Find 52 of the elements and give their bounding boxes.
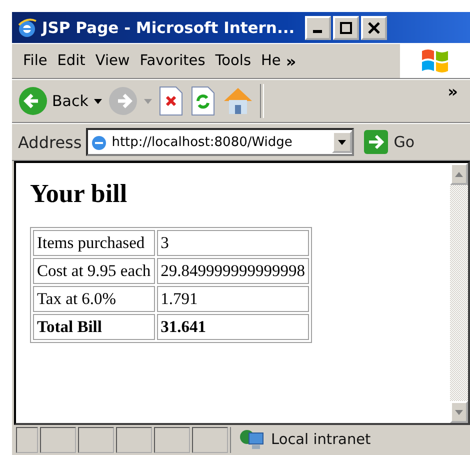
status-pane — [154, 427, 190, 453]
scroll-down-button[interactable] — [450, 401, 468, 423]
menu-item[interactable]: He — [256, 53, 286, 69]
dropdown-button[interactable] — [332, 131, 352, 153]
flag-logo-icon — [420, 47, 450, 75]
page-heading: Your bill — [30, 179, 128, 209]
scrollbar[interactable] — [450, 163, 468, 423]
minimize-icon — [313, 30, 322, 33]
scroll-up-button[interactable] — [450, 163, 468, 185]
network-icon — [239, 429, 265, 451]
go-button[interactable]: Go — [364, 130, 415, 154]
menu-item[interactable]: File — [18, 53, 52, 69]
close-icon — [368, 22, 380, 34]
status-pane — [192, 427, 228, 453]
browser-icon — [16, 16, 38, 38]
back-button[interactable]: Back — [18, 86, 88, 116]
address-label: Address — [18, 132, 82, 152]
dropdown-arrow-icon — [94, 98, 102, 104]
home-icon[interactable] — [222, 85, 254, 117]
status-pane — [40, 427, 76, 453]
menu-overflow[interactable]: » — [286, 52, 296, 70]
table-cell: Cost at 9.95 each — [33, 258, 155, 284]
menu-item[interactable]: Favorites — [134, 53, 210, 69]
caret-icon — [338, 140, 346, 144]
status-pane — [116, 427, 152, 453]
table-cell: Items purchased — [33, 230, 155, 256]
toolbar-overflow[interactable]: » — [448, 82, 458, 101]
menu-item[interactable]: Edit — [52, 53, 90, 69]
down-arrow-icon — [455, 410, 463, 414]
status-pane — [16, 427, 38, 453]
table-cell: 31.641 — [156, 314, 310, 340]
refresh-icon[interactable] — [190, 85, 216, 117]
window-title: JSP Page - Microsoft Intern... — [42, 18, 295, 36]
maximize-button[interactable] — [332, 16, 359, 40]
status-pane — [78, 427, 114, 453]
page-icon — [90, 133, 108, 151]
close-button[interactable] — [360, 16, 387, 40]
table-cell: 1.791 — [156, 286, 310, 312]
minimize-button[interactable] — [304, 16, 331, 40]
table-cell: 29.849999999999998 — [156, 258, 310, 284]
menu-item[interactable]: View — [90, 53, 135, 69]
table-cell: 3 — [156, 230, 310, 256]
stop-icon[interactable] — [158, 85, 184, 117]
zone-label: Local intranet — [271, 432, 371, 448]
up-arrow-icon — [455, 172, 463, 176]
table-cell: Tax at 6.0% — [33, 286, 155, 312]
menu-item[interactable]: Tools — [210, 53, 256, 69]
dropdown-arrow-icon — [144, 98, 152, 104]
forward-icon[interactable] — [108, 86, 138, 116]
table-cell: Total Bill — [33, 314, 155, 340]
address-field[interactable]: http://localhost:8080/Widge — [86, 128, 354, 156]
maximize-icon — [340, 22, 352, 34]
